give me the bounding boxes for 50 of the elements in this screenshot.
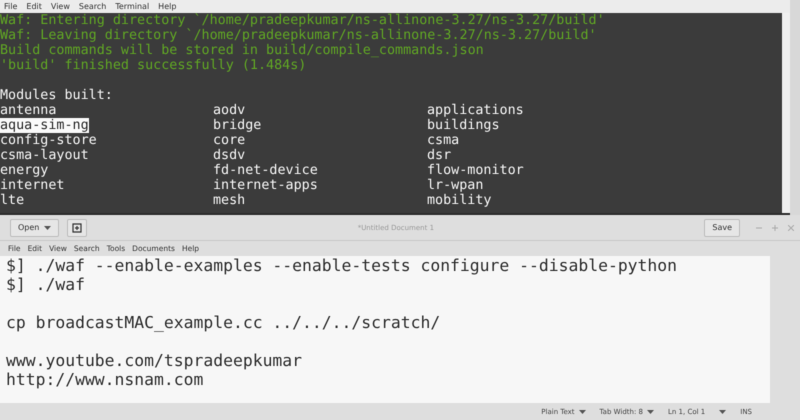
- terminal-line: Waf: Leaving directory `/home/pradeepkumar/ns-allinone-3.27/ns-3.27/build': [0, 28, 598, 43]
- module-name: internet-apps: [213, 178, 318, 193]
- module-name: dsr: [427, 148, 452, 163]
- module-name: csma-layout: [0, 148, 89, 163]
- menu-item[interactable]: Search: [78, 2, 106, 11]
- module-name: mobility: [427, 193, 492, 208]
- open-button[interactable]: Open: [10, 218, 60, 236]
- menu-item[interactable]: File: [4, 2, 18, 11]
- text-area[interactable]: $] ./waf --enable-examples --enable-tests configure --disable-python $] ./waf cp broadcastMAC_example.cc ../../../scratch/ www.youtube.com/tspradeepkumar http://www.nsnam.com: [0, 256, 770, 403]
- scrollbar[interactable]: [782, 13, 790, 213]
- module-name: mesh: [213, 193, 246, 208]
- new-document-icon: [72, 222, 82, 232]
- maximize-icon[interactable]: [772, 224, 778, 230]
- module-name: aqua-sim-ng: [0, 118, 89, 133]
- caret-icon: [44, 226, 52, 230]
- module-name: csma: [427, 133, 460, 148]
- save-button[interactable]: Save: [704, 218, 740, 236]
- module-name: flow-monitor: [427, 163, 524, 178]
- module-name: lr-wpan: [427, 178, 484, 193]
- menu-item[interactable]: Help: [158, 2, 176, 11]
- text-line: www.youtube.com/tspradeepkumar: [6, 351, 304, 370]
- module-name: aodv: [213, 103, 246, 118]
- caret-icon: [719, 410, 726, 414]
- module-name: lte: [0, 193, 24, 208]
- terminal-line: Waf: Entering directory `/home/pradeepkumar/ns-allinone-3.27/ns-3.27/build': [0, 13, 606, 28]
- module-name: config-store: [0, 133, 97, 148]
- text-line: cp broadcastMAC_example.cc ../../../scratch/: [6, 313, 442, 332]
- terminal-line: Modules built:: [0, 88, 114, 103]
- terminal-line: Build commands will be stored in build/compile_commands.json: [0, 43, 485, 58]
- module-name: internet: [0, 178, 64, 193]
- module-name: core: [213, 133, 246, 148]
- close-icon[interactable]: [788, 224, 794, 230]
- module-name: dsdv: [213, 148, 246, 163]
- module-name: fd-net-device: [213, 163, 318, 178]
- menu-item[interactable]: Edit: [26, 2, 42, 11]
- new-tab-button[interactable]: [67, 218, 88, 236]
- module-name: buildings: [427, 118, 500, 133]
- module-name: bridge: [213, 118, 262, 133]
- menu-item[interactable]: View: [50, 2, 70, 11]
- menu-item[interactable]: Terminal: [115, 2, 150, 11]
- text-line: $] ./waf --enable-examples --enable-tests configure --disable-python: [6, 256, 678, 275]
- minimize-icon[interactable]: [756, 224, 762, 230]
- caret-icon: [646, 410, 654, 414]
- caret-icon: [578, 410, 586, 414]
- module-name: energy: [0, 163, 48, 178]
- text-line: $] ./waf: [6, 275, 86, 294]
- terminal-line: 'build' finished successfully (1.484s): [0, 58, 308, 73]
- module-name: antenna: [0, 103, 56, 118]
- module-name: applications: [427, 103, 524, 118]
- text-line: http://www.nsnam.com: [6, 370, 204, 389]
